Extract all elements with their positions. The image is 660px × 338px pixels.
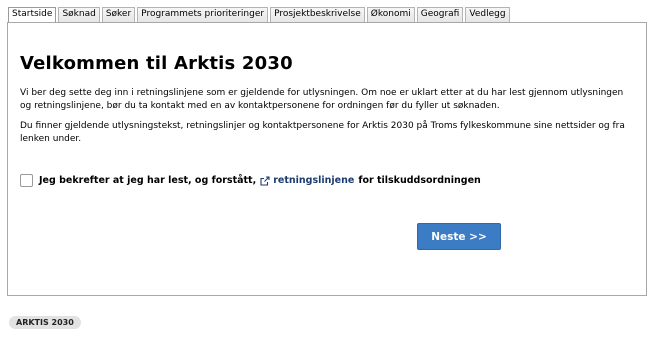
- confirm-checkbox[interactable]: [20, 174, 33, 187]
- confirm-text-before: Jeg bekrefter at jeg har lest, og forstå…: [39, 175, 257, 186]
- tab-bar: Startside Søknad Søker Programmets prior…: [8, 7, 510, 23]
- external-link-icon: [260, 175, 270, 186]
- page-title: Velkommen til Arktis 2030: [20, 53, 293, 74]
- intro-paragraph: Vi ber deg sette deg inn i retningslinje…: [20, 88, 624, 111]
- next-button[interactable]: Neste >>: [417, 223, 501, 250]
- tab-vedlegg[interactable]: Vedlegg: [465, 7, 510, 22]
- tab-geografi[interactable]: Geografi: [416, 7, 464, 22]
- content-panel: Velkommen til Arktis 2030 Vi ber deg set…: [7, 22, 647, 296]
- tab-programmets-prioriteringer[interactable]: Programmets prioriteringer: [137, 7, 269, 22]
- footer-badge: ARKTIS 2030: [9, 316, 81, 329]
- tab-soker[interactable]: Søker: [101, 7, 136, 22]
- tab-prosjektbeskrivelse[interactable]: Prosjektbeskrivelse: [270, 7, 365, 22]
- confirm-text-after: for tilskuddsordningen: [358, 175, 481, 186]
- guidelines-link[interactable]: retningslinjene: [273, 175, 354, 186]
- tab-okonomi[interactable]: Økonomi: [366, 7, 415, 22]
- tab-soknad[interactable]: Søknad: [58, 7, 100, 22]
- confirm-row: Jeg bekrefter at jeg har lest, og forstå…: [20, 174, 481, 187]
- tab-startside[interactable]: Startside: [8, 7, 57, 23]
- info-paragraph: Du finner gjeldende utlysningstekst, ret…: [20, 121, 625, 144]
